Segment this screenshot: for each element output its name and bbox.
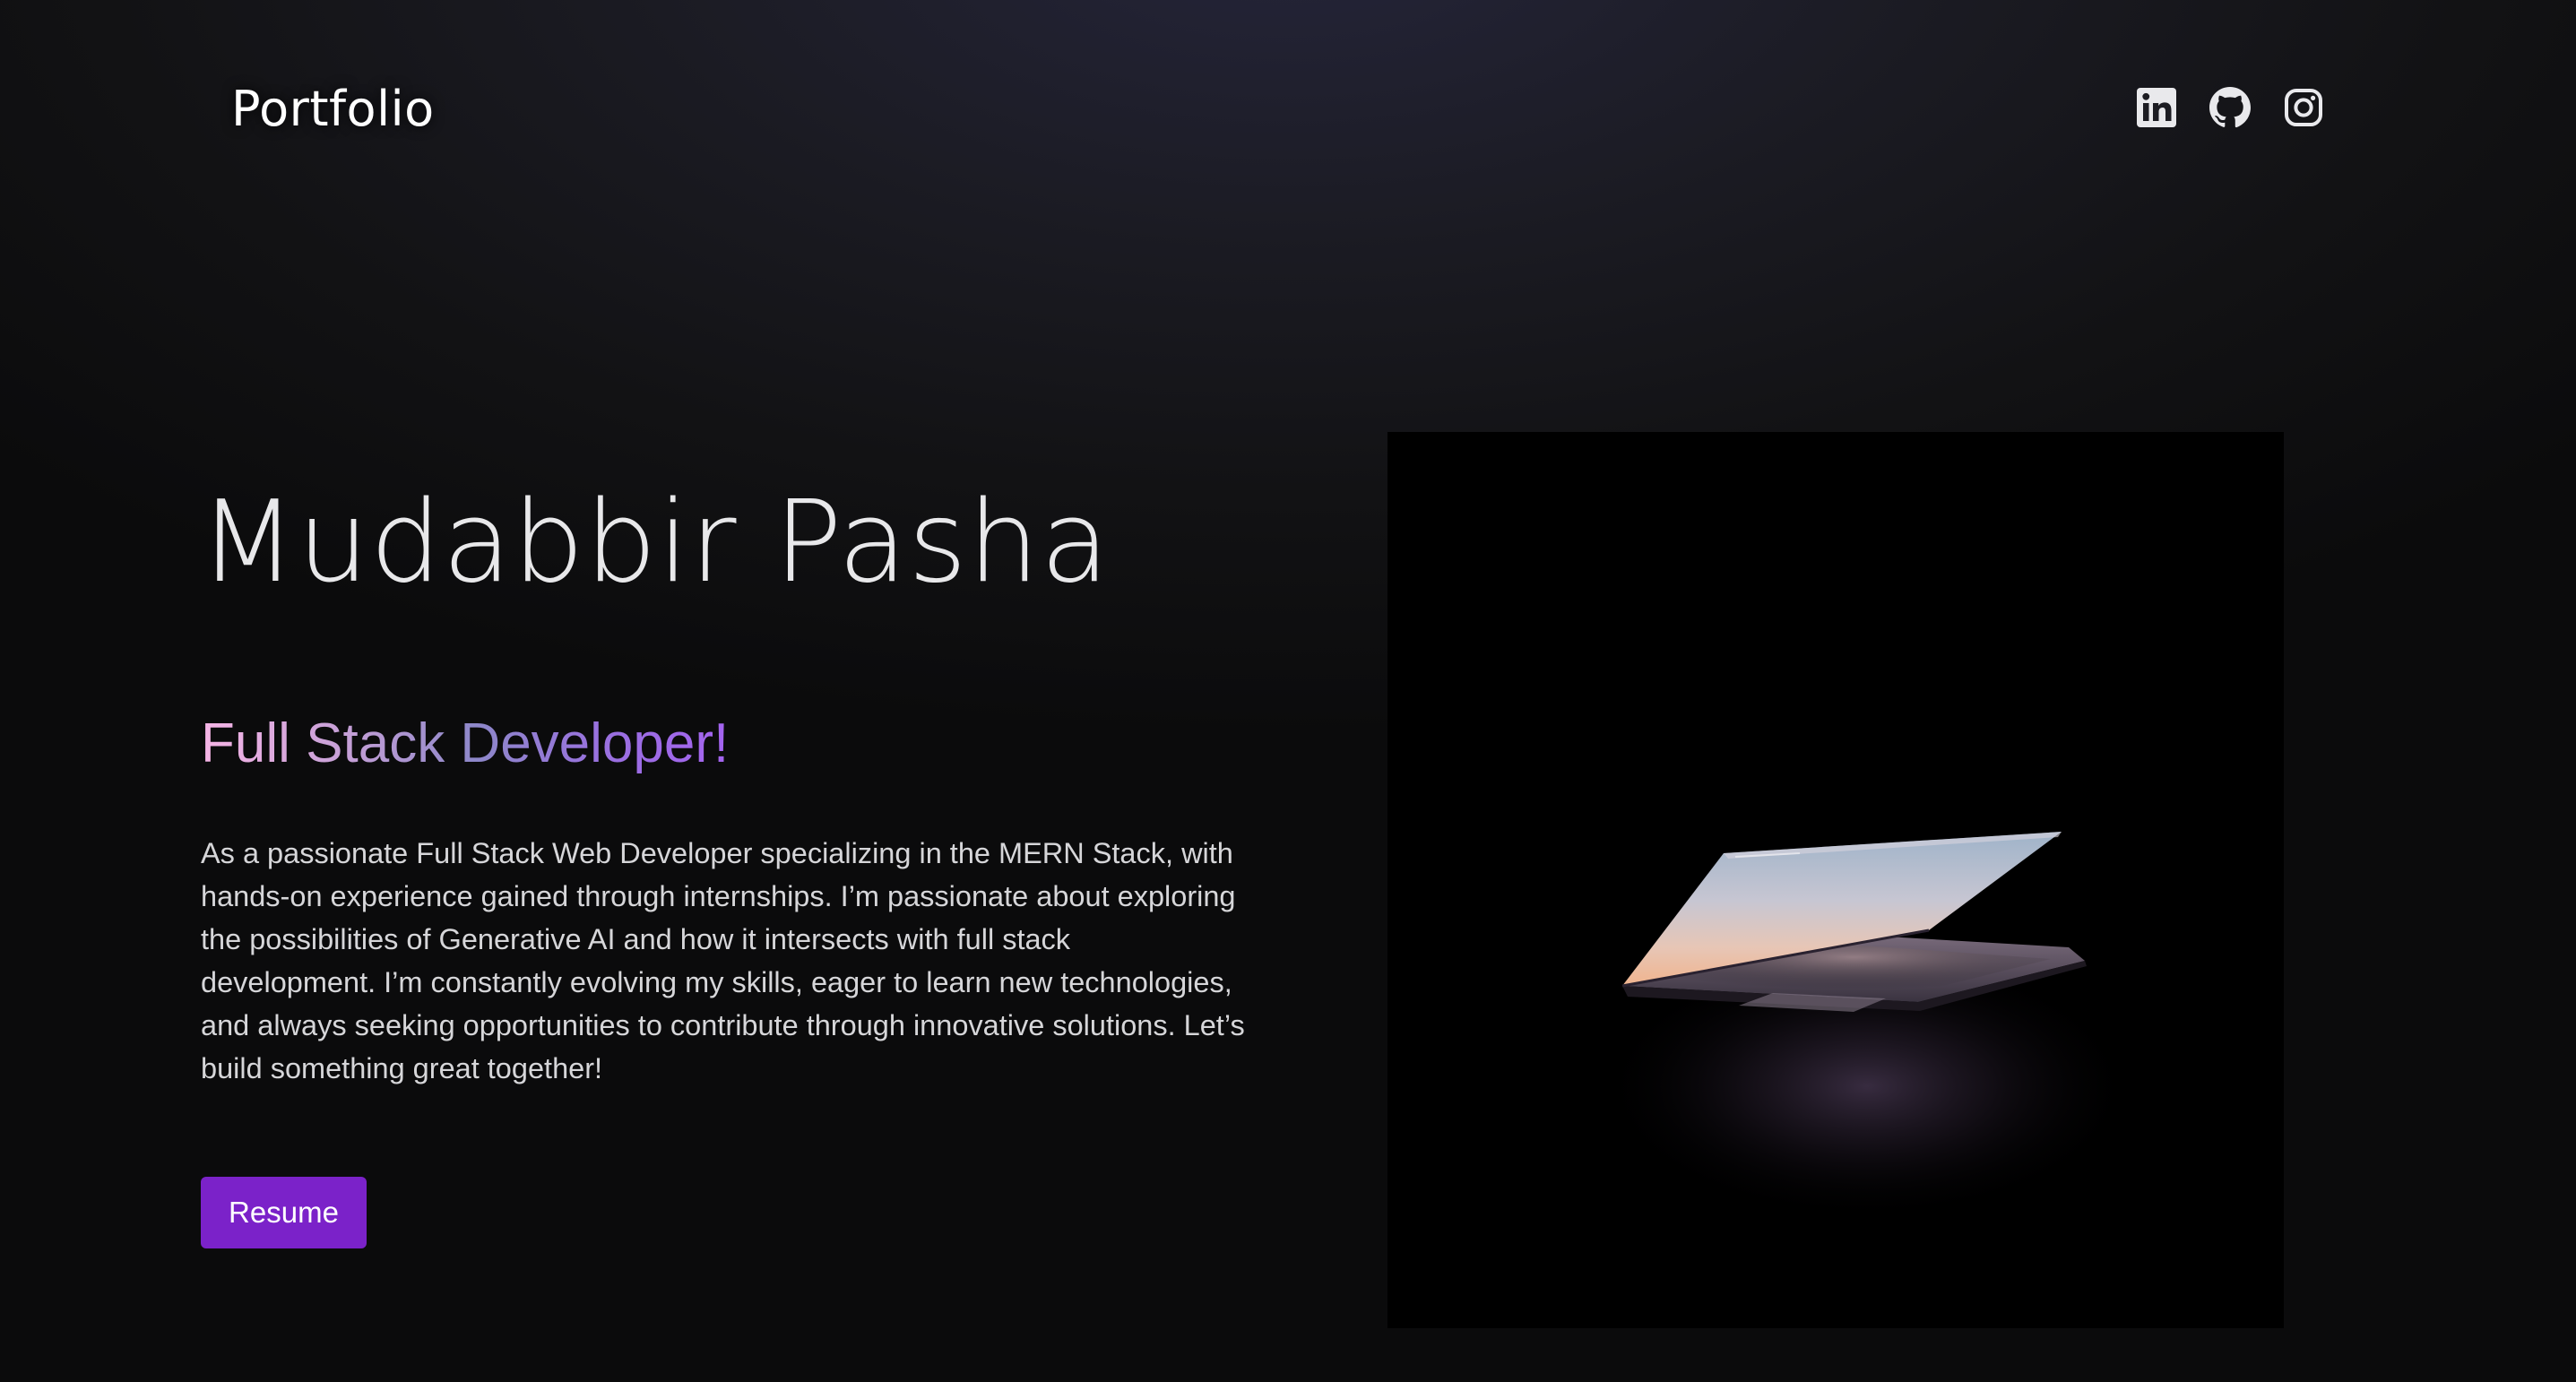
resume-button[interactable]: Resume — [201, 1177, 367, 1248]
linkedin-icon — [2137, 88, 2176, 127]
github-link[interactable] — [2209, 86, 2252, 129]
instagram-link[interactable] — [2282, 86, 2325, 129]
laptop-illustration — [1387, 432, 2284, 1328]
linkedin-link[interactable] — [2135, 86, 2178, 129]
site-logo[interactable]: Portfolio — [231, 77, 435, 142]
github-icon — [2209, 87, 2251, 128]
instagram-icon — [2285, 89, 2322, 126]
hero-name: Mudabbir Pasha — [199, 476, 1111, 608]
hero-role: Full Stack Developer! — [201, 708, 729, 780]
hero-bio: As a passionate Full Stack Web Developer… — [201, 837, 1245, 1084]
hero-image — [1387, 432, 2284, 1328]
social-links — [2135, 86, 2325, 129]
